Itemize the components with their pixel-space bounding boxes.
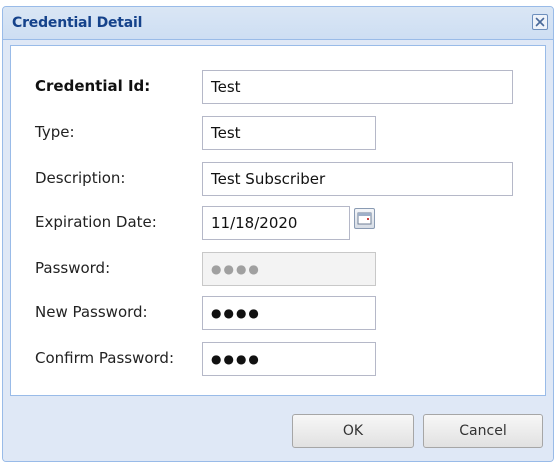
ok-button[interactable]: OK xyxy=(292,414,414,448)
dialog-footer: OK Cancel xyxy=(3,397,553,461)
password-label: Password: xyxy=(35,259,111,277)
cancel-button[interactable]: Cancel xyxy=(423,414,543,448)
calendar-icon xyxy=(357,212,372,225)
close-button[interactable] xyxy=(532,14,548,30)
expiration-date-field[interactable]: 11/18/2020 xyxy=(202,206,350,240)
new-password-value: ●●●● xyxy=(211,306,261,320)
description-field[interactable]: Test Subscriber xyxy=(202,162,513,196)
new-password-field[interactable]: ●●●● xyxy=(202,296,376,330)
password-value: ●●●● xyxy=(211,262,261,276)
credential-detail-dialog: Credential Detail Credential Id: Test Ty… xyxy=(2,6,554,462)
confirm-password-field[interactable]: ●●●● xyxy=(202,342,376,376)
confirm-password-value: ●●●● xyxy=(211,352,261,366)
description-value: Test Subscriber xyxy=(211,170,326,188)
type-field[interactable]: Test xyxy=(202,116,376,150)
dialog-title: Credential Detail xyxy=(12,15,143,31)
expiration-date-value: 11/18/2020 xyxy=(211,214,298,232)
expiration-date-label: Expiration Date: xyxy=(35,213,157,231)
date-picker-button[interactable] xyxy=(354,208,375,229)
form-body: Credential Id: Test Type: Test Descripti… xyxy=(10,45,546,396)
type-label: Type: xyxy=(35,123,75,141)
description-label: Description: xyxy=(35,169,126,187)
credential-id-value: Test xyxy=(211,78,241,96)
new-password-label: New Password: xyxy=(35,303,148,321)
dialog-titlebar[interactable]: Credential Detail xyxy=(3,7,553,40)
type-value: Test xyxy=(211,124,241,142)
password-field: ●●●● xyxy=(202,252,376,286)
close-icon xyxy=(535,17,545,27)
confirm-password-label: Confirm Password: xyxy=(35,349,175,367)
credential-id-field[interactable]: Test xyxy=(202,70,513,104)
credential-id-label: Credential Id: xyxy=(35,77,151,95)
